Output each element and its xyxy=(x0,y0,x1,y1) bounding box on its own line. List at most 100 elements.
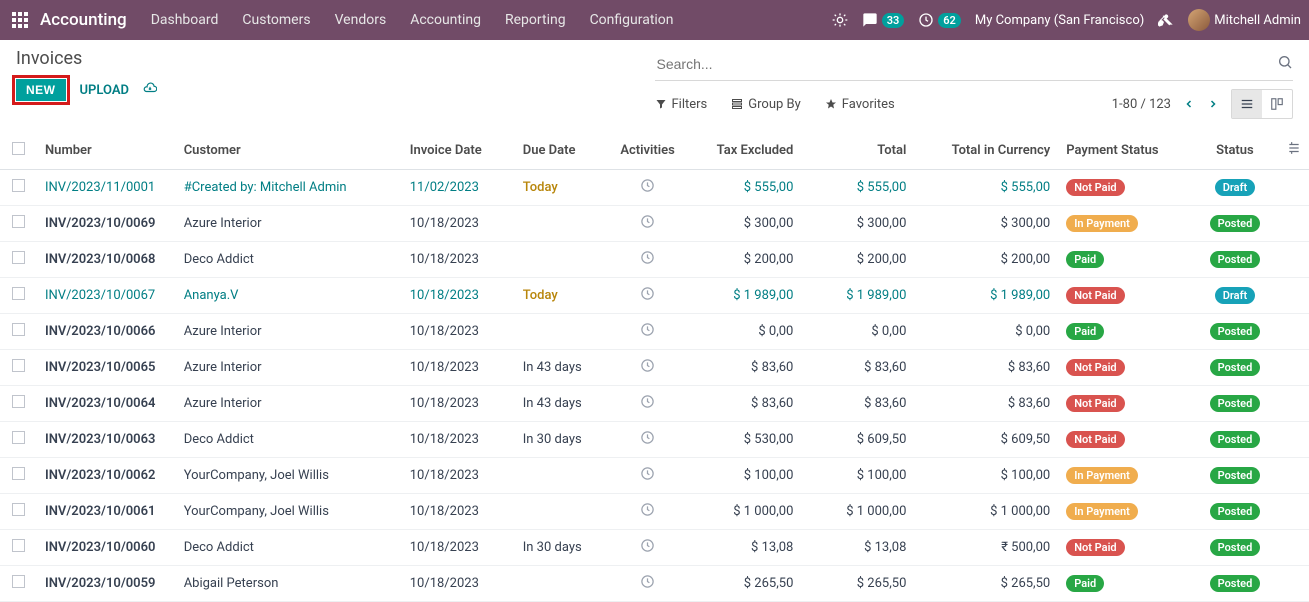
kanban-view-icon[interactable] xyxy=(1262,90,1292,118)
new-button[interactable]: NEW xyxy=(16,79,66,101)
row-checkbox[interactable] xyxy=(12,395,25,408)
pager-text[interactable]: 1-80 / 123 xyxy=(1112,97,1171,112)
customer-name: Azure Interior xyxy=(184,360,262,375)
invoice-date: 11/02/2023 xyxy=(410,180,479,195)
nav-item-vendors[interactable]: Vendors xyxy=(335,12,387,28)
row-checkbox[interactable] xyxy=(12,359,25,372)
invoice-number[interactable]: INV/2023/10/0059 xyxy=(45,576,155,591)
invoice-number[interactable]: INV/2023/10/0063 xyxy=(45,432,155,447)
invoice-number[interactable]: INV/2023/10/0060 xyxy=(45,540,155,555)
col-number[interactable]: Number xyxy=(37,131,176,170)
filters-button[interactable]: Filters xyxy=(655,97,708,112)
total-currency: $ 1 000,00 xyxy=(990,504,1050,519)
col-payment-status[interactable]: Payment Status xyxy=(1058,131,1192,170)
apps-icon[interactable] xyxy=(8,8,32,32)
activity-icon[interactable] xyxy=(640,214,655,229)
list-view-icon[interactable] xyxy=(1232,90,1262,118)
payment-status-badge: Not Paid xyxy=(1066,179,1124,196)
debug-icon[interactable] xyxy=(832,12,848,28)
activity-icon[interactable] xyxy=(640,430,655,445)
nav-item-customers[interactable]: Customers xyxy=(242,12,310,28)
activity-icon[interactable] xyxy=(640,574,655,589)
invoice-number[interactable]: INV/2023/11/0001 xyxy=(45,180,155,195)
col-tax-excluded[interactable]: Tax Excluded xyxy=(682,131,801,170)
row-checkbox[interactable] xyxy=(12,251,25,264)
optional-columns-icon[interactable] xyxy=(1287,144,1301,159)
messaging-icon[interactable]: 33 xyxy=(862,12,905,28)
table-row[interactable]: INV/2023/10/0068Deco Addict10/18/2023$ 2… xyxy=(0,242,1309,278)
col-total-currency[interactable]: Total in Currency xyxy=(914,131,1058,170)
table-row[interactable]: INV/2023/10/0064Azure Interior10/18/2023… xyxy=(0,386,1309,422)
table-row[interactable]: INV/2023/10/0065Azure Interior10/18/2023… xyxy=(0,350,1309,386)
total-currency: $ 1 989,00 xyxy=(990,288,1050,303)
nav-item-configuration[interactable]: Configuration xyxy=(590,12,674,28)
status-badge: Posted xyxy=(1210,215,1261,232)
activity-icon[interactable] xyxy=(640,358,655,373)
table-row[interactable]: INV/2023/10/0063Deco Addict10/18/2023In … xyxy=(0,422,1309,458)
due-date: In 30 days xyxy=(523,432,582,447)
row-checkbox[interactable] xyxy=(12,287,25,300)
activity-icon[interactable] xyxy=(640,322,655,337)
table-row[interactable]: INV/2023/10/0060Deco Addict10/18/2023In … xyxy=(0,530,1309,566)
table-row[interactable]: INV/2023/11/0001#Created by: Mitchell Ad… xyxy=(0,170,1309,206)
col-status[interactable]: Status xyxy=(1192,131,1278,170)
upload-button[interactable]: UPLOAD xyxy=(80,83,129,98)
row-checkbox[interactable] xyxy=(12,431,25,444)
table-row[interactable]: INV/2023/10/0066Azure Interior10/18/2023… xyxy=(0,314,1309,350)
invoice-number[interactable]: INV/2023/10/0067 xyxy=(45,288,155,303)
pager-prev-icon[interactable] xyxy=(1183,95,1195,114)
settings-icon[interactable] xyxy=(1158,12,1174,28)
activity-icon[interactable] xyxy=(640,538,655,553)
activities-icon[interactable]: 62 xyxy=(918,12,961,28)
activity-icon[interactable] xyxy=(640,394,655,409)
table-header-row: Number Customer Invoice Date Due Date Ac… xyxy=(0,131,1309,170)
company-switcher[interactable]: My Company (San Francisco) xyxy=(975,13,1144,28)
search-icon[interactable] xyxy=(1277,54,1293,74)
row-checkbox[interactable] xyxy=(12,323,25,336)
col-customer[interactable]: Customer xyxy=(176,131,402,170)
col-due-date[interactable]: Due Date xyxy=(515,131,613,170)
favorites-button[interactable]: Favorites xyxy=(825,97,895,112)
search-input[interactable] xyxy=(655,52,1278,76)
cloud-download-icon[interactable] xyxy=(143,81,157,99)
row-checkbox[interactable] xyxy=(12,539,25,552)
invoice-number[interactable]: INV/2023/10/0066 xyxy=(45,324,155,339)
status-badge: Posted xyxy=(1210,539,1261,556)
activity-icon[interactable] xyxy=(640,286,655,301)
row-checkbox[interactable] xyxy=(12,503,25,516)
table-row[interactable]: INV/2023/10/0061YourCompany, Joel Willis… xyxy=(0,494,1309,530)
pager-next-icon[interactable] xyxy=(1207,95,1219,114)
invoice-number[interactable]: INV/2023/10/0065 xyxy=(45,360,155,375)
activity-icon[interactable] xyxy=(640,502,655,517)
invoice-date: 10/18/2023 xyxy=(410,576,479,591)
select-all-checkbox[interactable] xyxy=(12,142,25,155)
col-total[interactable]: Total xyxy=(801,131,914,170)
group-by-button[interactable]: Group By xyxy=(731,97,801,112)
messaging-badge: 33 xyxy=(882,13,905,28)
user-menu[interactable]: Mitchell Admin xyxy=(1188,9,1301,31)
invoice-number[interactable]: INV/2023/10/0068 xyxy=(45,252,155,267)
invoice-number[interactable]: INV/2023/10/0061 xyxy=(45,504,155,519)
table-row[interactable]: INV/2023/10/0062YourCompany, Joel Willis… xyxy=(0,458,1309,494)
activity-icon[interactable] xyxy=(640,178,655,193)
row-checkbox[interactable] xyxy=(12,215,25,228)
nav-item-accounting[interactable]: Accounting xyxy=(410,12,481,28)
table-row[interactable]: INV/2023/10/0069Azure Interior10/18/2023… xyxy=(0,206,1309,242)
table-row[interactable]: INV/2023/10/0059Abigail Peterson10/18/20… xyxy=(0,566,1309,602)
nav-item-reporting[interactable]: Reporting xyxy=(505,12,566,28)
total: $ 609,50 xyxy=(857,432,907,447)
activity-icon[interactable] xyxy=(640,250,655,265)
row-checkbox[interactable] xyxy=(12,467,25,480)
invoice-number[interactable]: INV/2023/10/0062 xyxy=(45,468,155,483)
row-checkbox[interactable] xyxy=(12,179,25,192)
nav-item-dashboard[interactable]: Dashboard xyxy=(151,12,219,28)
col-activities[interactable]: Activities xyxy=(612,131,682,170)
row-checkbox[interactable] xyxy=(12,575,25,588)
activity-icon[interactable] xyxy=(640,466,655,481)
col-invoice-date[interactable]: Invoice Date xyxy=(402,131,515,170)
app-brand[interactable]: Accounting xyxy=(40,10,127,30)
table-row[interactable]: INV/2023/10/0067Ananya.V10/18/2023Today$… xyxy=(0,278,1309,314)
invoice-number[interactable]: INV/2023/10/0064 xyxy=(45,396,155,411)
invoice-number[interactable]: INV/2023/10/0069 xyxy=(45,216,155,231)
customer-name: Azure Interior xyxy=(184,324,262,339)
